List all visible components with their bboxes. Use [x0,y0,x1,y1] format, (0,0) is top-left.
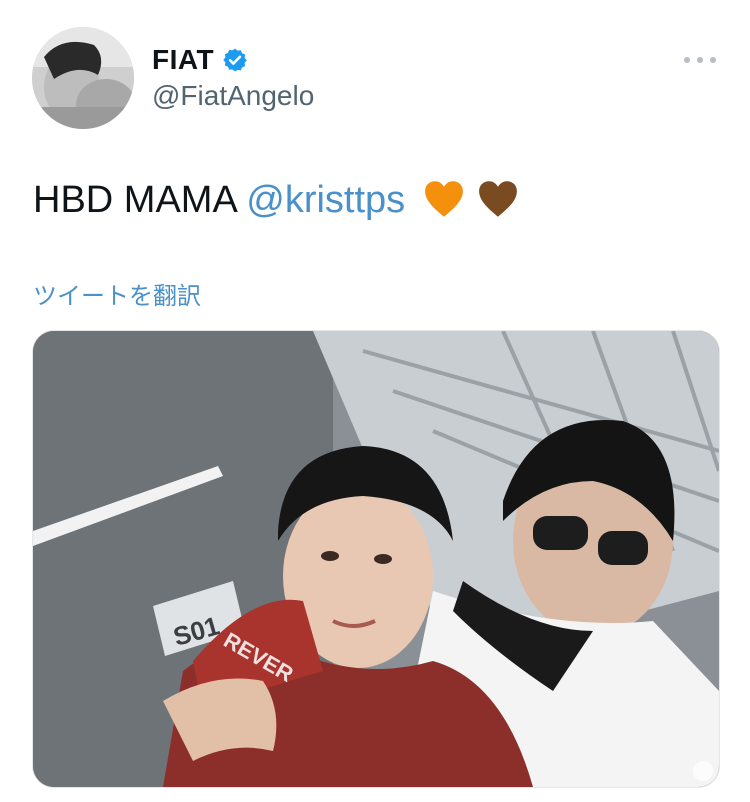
orange-heart-icon [424,181,463,217]
tweet-media-photo[interactable]: S01 REVER [32,330,720,788]
mention-link[interactable]: @kristtps [246,179,405,221]
more-dot [684,57,690,63]
brown-heart-icon [479,181,518,217]
translate-tweet-link[interactable]: ツイートを翻訳 [33,276,201,311]
more-dot [697,57,703,63]
author-handle[interactable]: @FiatAngelo [152,80,314,112]
more-options-icon[interactable] [684,48,716,72]
avatar-photo [32,27,134,129]
avatar[interactable] [32,27,134,129]
more-dot [710,57,716,63]
photo-illustration: S01 REVER [33,331,719,787]
tweet-card: FIAT @FiatAngelo HBD MAMA @kristtps ツイート… [0,0,750,802]
watermark-icon [693,761,713,781]
display-name[interactable]: FIAT [152,44,214,76]
tweet-text: HBD MAMA @kristtps [33,176,518,224]
verified-badge-icon [223,48,247,72]
author-name-row: FIAT [152,42,248,78]
tweet-text-body: HBD MAMA [33,179,247,221]
